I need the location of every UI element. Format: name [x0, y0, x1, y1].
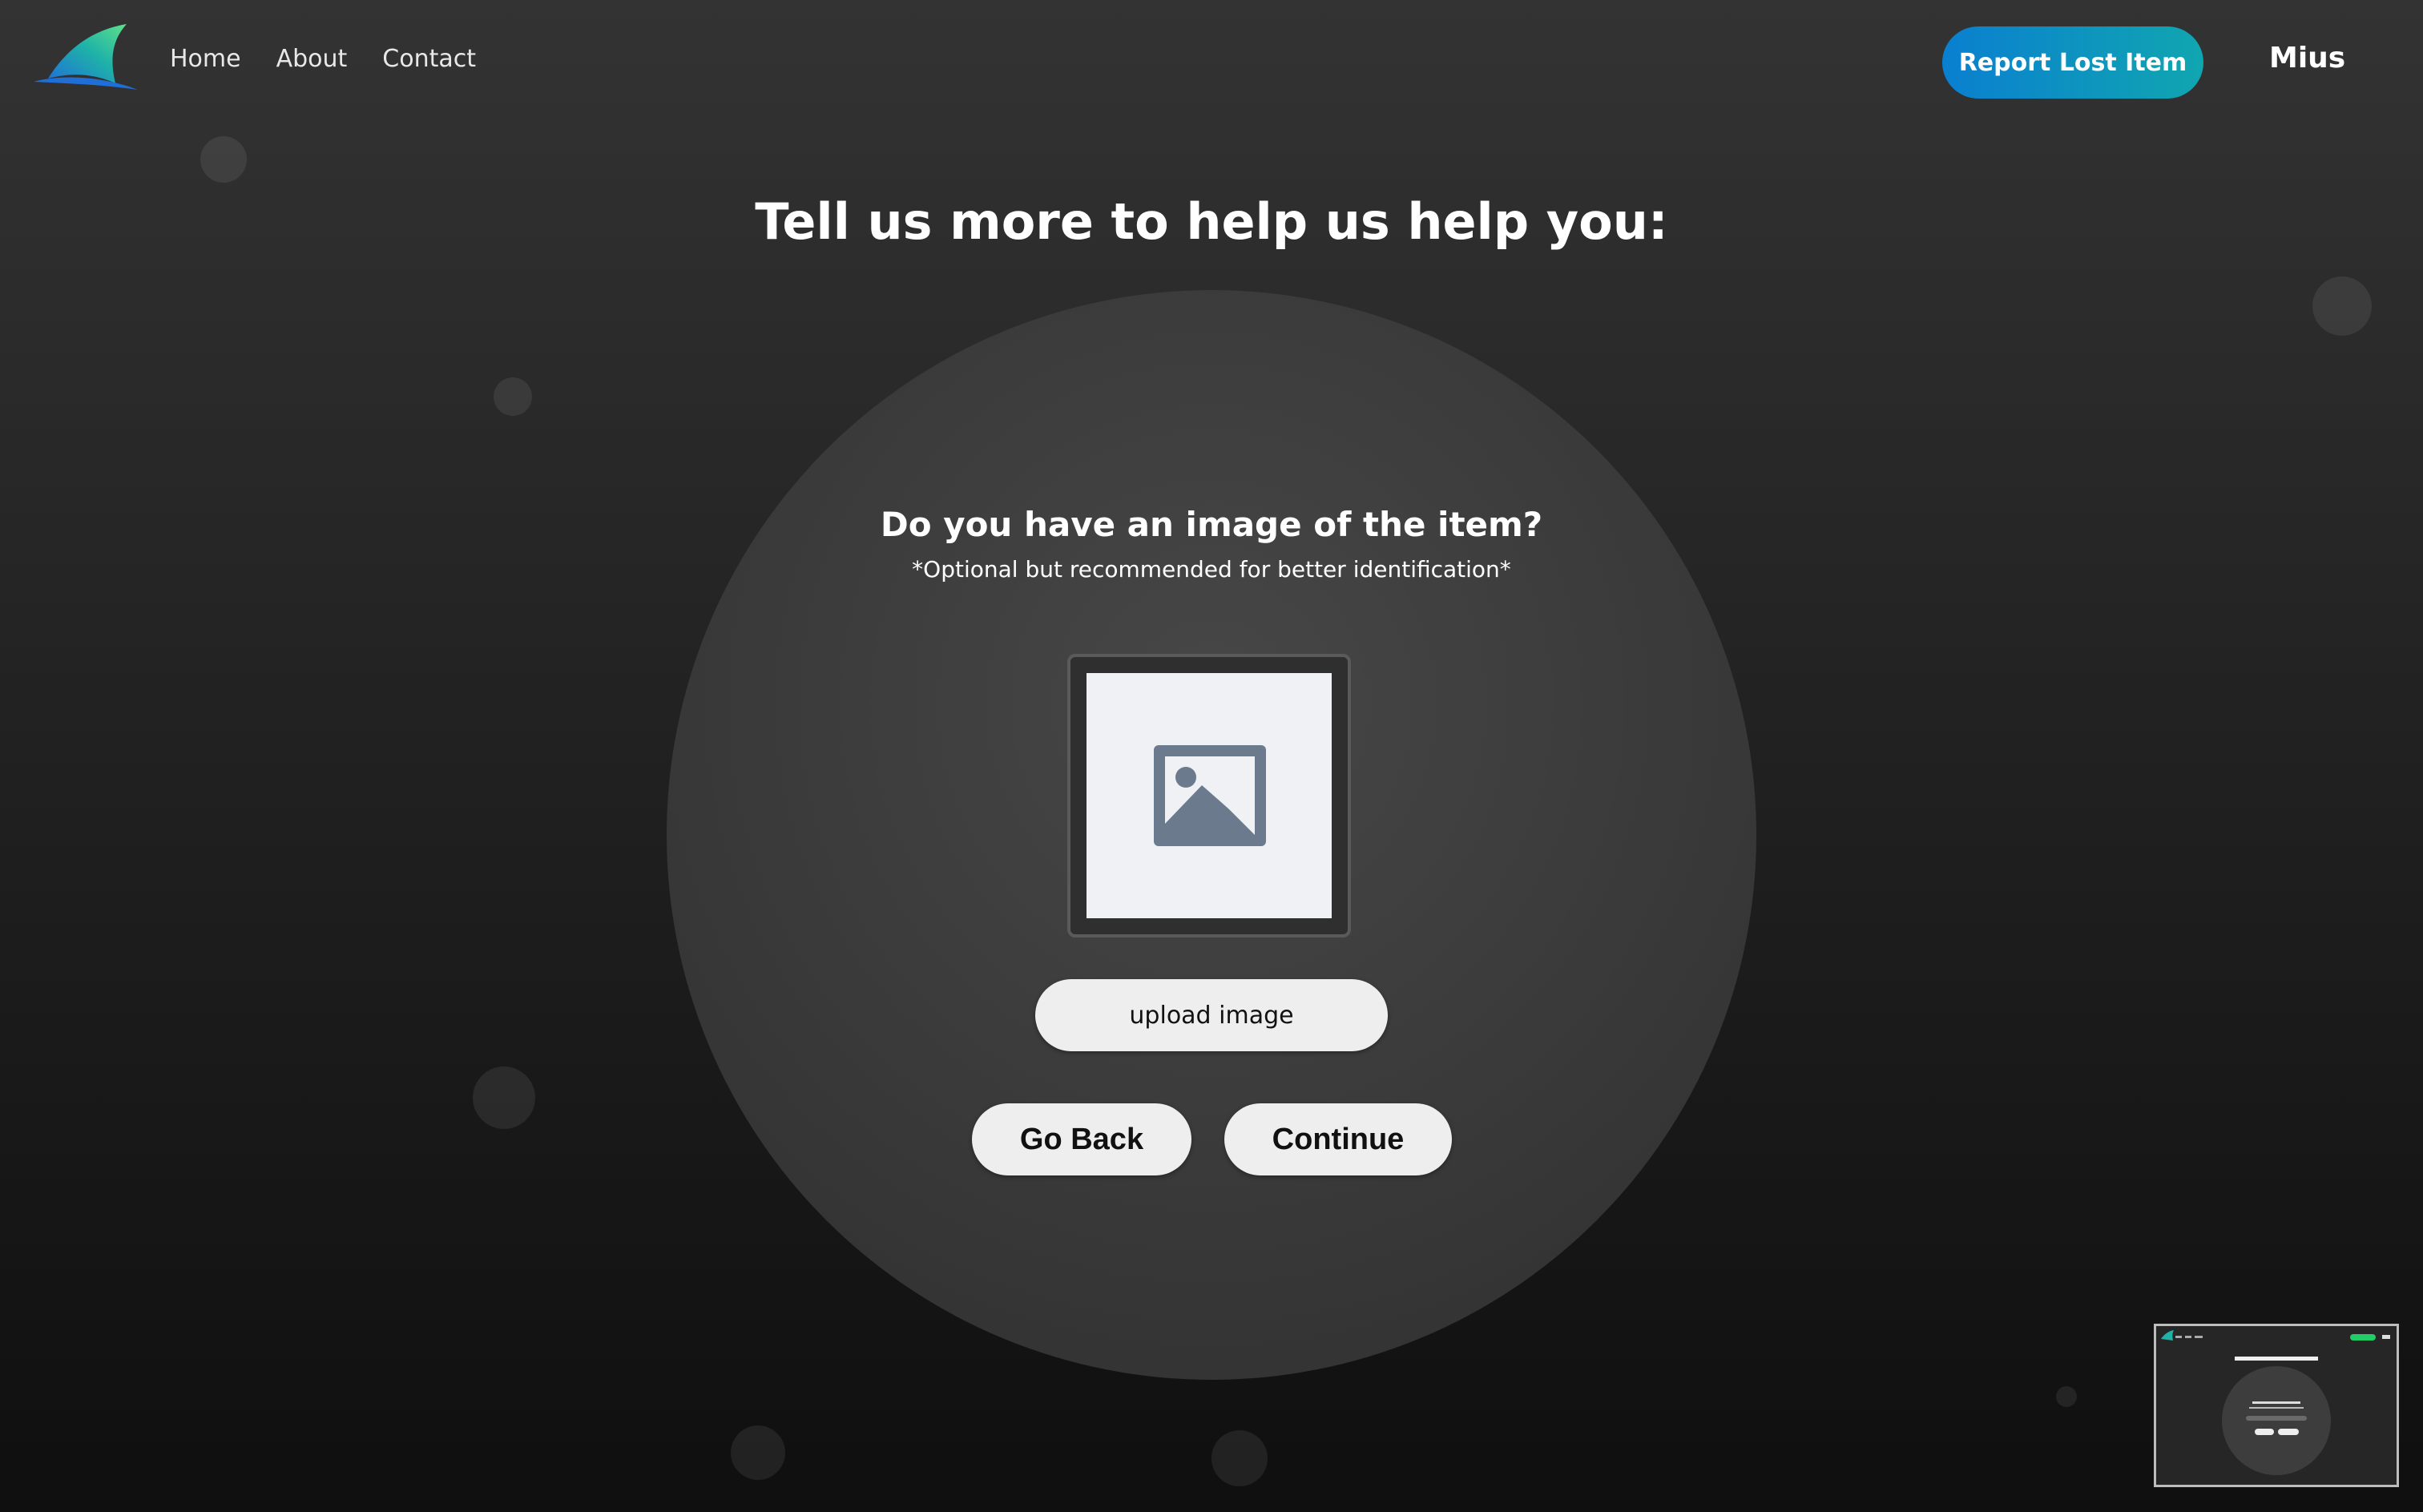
page-thumbnail-preview [2156, 1326, 2397, 1485]
page-thumbnail[interactable] [2154, 1324, 2399, 1487]
decorative-bubble [494, 377, 532, 416]
report-lost-item-button[interactable]: Report Lost Item [1942, 26, 2203, 99]
decorative-bubble [1212, 1430, 1268, 1486]
navbar: Home About Contact Report Lost Item Mius [0, 0, 2423, 128]
nav-link-home[interactable]: Home [170, 45, 241, 73]
image-hint: *Optional but recommended for better ide… [912, 556, 1511, 583]
shark-fin-logo-icon[interactable] [32, 21, 141, 93]
image-upload-frame[interactable] [1067, 654, 1351, 937]
decorative-bubble [731, 1425, 785, 1480]
nav-link-about[interactable]: About [276, 45, 348, 73]
go-back-button[interactable]: Go Back [972, 1103, 1191, 1175]
continue-button[interactable]: Continue [1224, 1103, 1452, 1175]
image-question: Do you have an image of the item? [880, 505, 1543, 544]
page-title: Tell us more to help us help you: [755, 192, 1668, 251]
image-placeholder-icon [1154, 745, 1266, 846]
decorative-bubble [2312, 276, 2372, 336]
user-name[interactable]: Mius [2269, 42, 2345, 75]
decorative-bubble [473, 1066, 535, 1129]
decorative-bubble [2056, 1386, 2077, 1407]
nav-link-contact[interactable]: Contact [382, 45, 476, 73]
image-preview [1087, 673, 1332, 918]
decorative-bubble [200, 136, 247, 183]
nav-links: Home About Contact [170, 45, 476, 73]
upload-image-button[interactable]: upload image [1035, 979, 1388, 1051]
